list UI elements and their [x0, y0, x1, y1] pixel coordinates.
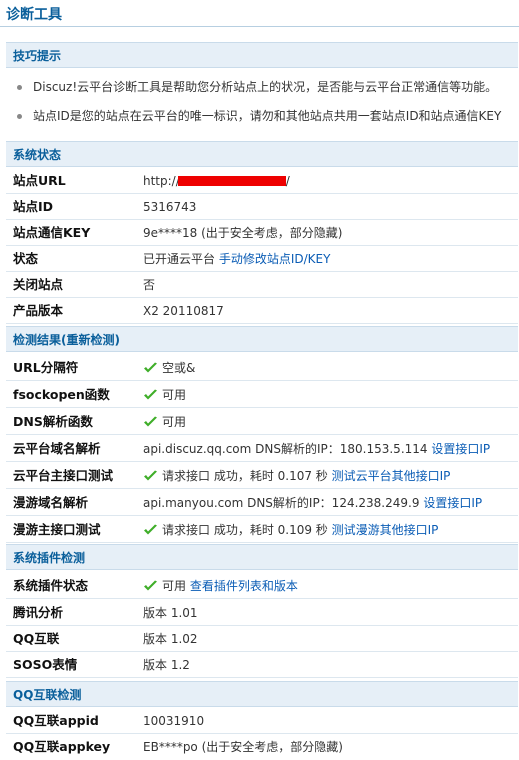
appid-value: 10031910 — [143, 714, 205, 728]
status-value: 已开通云平台 手动修改站点ID/KEY — [143, 252, 331, 266]
site-key-value: 9e****18 (出于安全考虑，部分隐藏) — [143, 226, 343, 240]
version-row: 产品版本 X2 20110817 — [6, 298, 518, 324]
check-icon — [143, 580, 158, 592]
plugin-check-section-header: 系统插件检测 — [6, 544, 518, 570]
set-manyou-ip-link[interactable]: 设置接口IP — [423, 496, 482, 510]
tips-section-header: 技巧提示 — [6, 42, 518, 68]
check-icon — [143, 524, 158, 536]
url-separator-row: URL分隔符 空或& — [6, 355, 518, 381]
dns-value: 可用 — [162, 415, 187, 429]
appid-label: QQ互联appid — [13, 713, 99, 728]
status-row: 状态 已开通云平台 手动修改站点ID/KEY — [6, 246, 518, 272]
status-label: 状态 — [13, 251, 39, 266]
site-url-value: http:/// — [143, 174, 290, 188]
url-separator-value: 空或& — [162, 361, 196, 375]
site-url-label: 站点URL — [13, 173, 66, 188]
cloud-api-label: 云平台主接口测试 — [13, 468, 114, 483]
dns-row: DNS解析函数 可用 — [6, 409, 518, 435]
check-results-section-header: 检测结果(重新检测) — [6, 326, 518, 352]
manyou-dns-row: 漫游域名解析 api.manyou.com DNS解析的IP：124.238.2… — [6, 490, 518, 516]
plugin-status-label: 系统插件状态 — [13, 578, 89, 593]
qq-check-section-header: QQ互联检测 — [6, 681, 518, 707]
appkey-row: QQ互联appkey EB****po (出于安全考虑，部分隐藏) — [6, 734, 518, 760]
soso-label: SOSO表情 — [13, 657, 78, 672]
manyou-api-label: 漫游主接口测试 — [13, 522, 101, 537]
test-manyou-ip-link[interactable]: 测试漫游其他接口IP — [332, 523, 439, 537]
bullet-icon — [17, 85, 22, 90]
manyou-dns-label: 漫游域名解析 — [13, 495, 89, 510]
set-cloud-ip-link[interactable]: 设置接口IP — [431, 442, 490, 456]
cloud-api-row: 云平台主接口测试 请求接口 成功，耗时 0.107 秒 测试云平台其他接口IP — [6, 463, 518, 489]
manyou-dns-value: api.manyou.com DNS解析的IP：124.238.249.9 — [143, 496, 420, 510]
appid-row: QQ互联appid 10031910 — [6, 708, 518, 734]
manyou-api-row: 漫游主接口测试 请求接口 成功，耗时 0.109 秒 测试漫游其他接口IP — [6, 517, 518, 543]
redaction-mark — [177, 176, 286, 186]
bullet-icon — [17, 114, 22, 119]
check-icon — [143, 389, 158, 401]
test-cloud-ip-link[interactable]: 测试云平台其他接口IP — [332, 469, 451, 483]
system-status-section-header: 系统状态 — [6, 141, 518, 167]
diagnostic-page: 诊断工具 技巧提示 Discuz!云平台诊断工具是帮助您分析站点上的状况，是否能… — [0, 0, 519, 758]
tencent-row: 腾讯分析 版本 1.01 — [6, 600, 518, 626]
qqconnect-row: QQ互联 版本 1.02 — [6, 626, 518, 652]
fsockopen-label: fsockopen函数 — [13, 387, 110, 402]
tip-item: Discuz!云平台诊断工具是帮助您分析站点上的状况，是否能与云平台正常通信等功… — [6, 73, 518, 102]
soso-value: 版本 1.2 — [143, 658, 190, 672]
tencent-label: 腾讯分析 — [13, 605, 64, 620]
site-key-row: 站点通信KEY 9e****18 (出于安全考虑，部分隐藏) — [6, 220, 518, 246]
qqconnect-label: QQ互联 — [13, 631, 60, 646]
tip-text: Discuz!云平台诊断工具是帮助您分析站点上的状况，是否能与云平台正常通信等功… — [33, 80, 498, 94]
appkey-value: EB****po (出于安全考虑，部分隐藏) — [143, 740, 343, 754]
recheck-link[interactable]: 重新检测 — [67, 333, 115, 347]
page-title: 诊断工具 — [6, 7, 62, 23]
site-id-value: 5316743 — [143, 200, 197, 214]
qqconnect-value: 版本 1.02 — [143, 632, 198, 646]
plugin-status-row: 系统插件状态 可用 查看插件列表和版本 — [6, 573, 518, 599]
version-value: X2 20110817 — [143, 304, 224, 318]
closed-label: 关闭站点 — [13, 277, 64, 292]
fsockopen-value: 可用 — [162, 388, 187, 402]
tip-text: 站点ID是您的站点在云平台的唯一标识，请勿和其他站点共用一套站点ID和站点通信K… — [33, 109, 502, 123]
tencent-value: 版本 1.01 — [143, 606, 198, 620]
cloud-api-value: 请求接口 成功，耗时 0.107 秒 — [162, 469, 328, 483]
check-icon — [143, 416, 158, 428]
site-key-label: 站点通信KEY — [13, 225, 91, 240]
fsockopen-row: fsockopen函数 可用 — [6, 382, 518, 408]
cloud-dns-label: 云平台域名解析 — [13, 441, 101, 456]
cloud-dns-value: api.discuz.qq.com DNS解析的IP：180.153.5.114 — [143, 442, 428, 456]
edit-site-key-link[interactable]: 手动修改站点ID/KEY — [219, 252, 331, 266]
soso-row: SOSO表情 版本 1.2 — [6, 652, 518, 678]
closed-row: 关闭站点 否 — [6, 272, 518, 298]
dns-label: DNS解析函数 — [13, 414, 93, 429]
manyou-api-value: 请求接口 成功，耗时 0.109 秒 — [162, 523, 328, 537]
view-plugins-link[interactable]: 查看插件列表和版本 — [190, 579, 298, 593]
plugin-status-value: 可用 — [162, 579, 187, 593]
tip-item: 站点ID是您的站点在云平台的唯一标识，请勿和其他站点共用一套站点ID和站点通信K… — [6, 102, 518, 131]
site-url-row: 站点URL http:/// — [6, 168, 518, 194]
appkey-label: QQ互联appkey — [13, 739, 111, 754]
title-divider — [0, 26, 519, 27]
site-id-label: 站点ID — [13, 199, 54, 214]
site-id-row: 站点ID 5316743 — [6, 194, 518, 220]
cloud-dns-row: 云平台域名解析 api.discuz.qq.com DNS解析的IP：180.1… — [6, 436, 518, 462]
closed-value: 否 — [143, 278, 156, 292]
check-icon — [143, 470, 158, 482]
check-icon — [143, 362, 158, 374]
url-separator-label: URL分隔符 — [13, 360, 79, 375]
version-label: 产品版本 — [13, 303, 64, 318]
